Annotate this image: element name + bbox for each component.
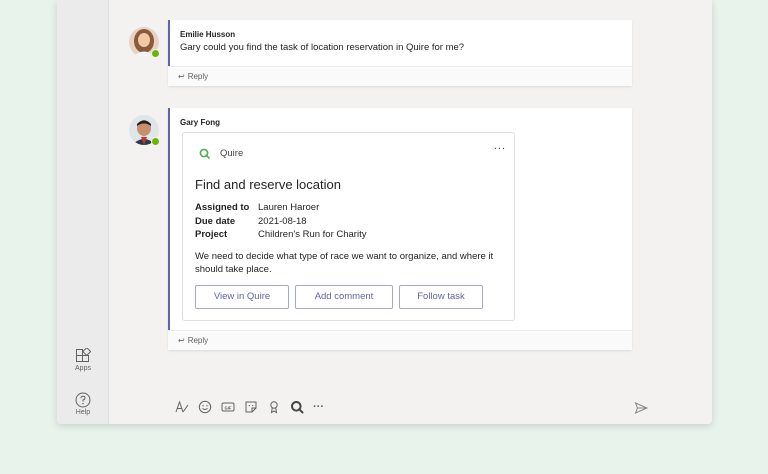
reply-button[interactable]: ↩ Reply	[168, 330, 632, 350]
card-app-name: Quire	[220, 148, 244, 159]
message-accent	[168, 20, 170, 66]
view-in-quire-button[interactable]: View in Quire	[195, 285, 289, 309]
more-icon[interactable]: ···	[313, 401, 324, 413]
quire-icon	[199, 148, 210, 159]
message-accent	[168, 108, 170, 330]
message-text: Gary could you find the task of location…	[180, 42, 465, 53]
gif-icon[interactable]: GIF	[221, 400, 235, 414]
emoji-icon[interactable]	[198, 400, 212, 414]
card-actions: View in Quire Add comment Follow task	[195, 285, 489, 309]
fact-value: Children's Run for Charity	[258, 229, 367, 240]
rail-item-apps[interactable]: Apps	[57, 348, 109, 372]
fact-row-due-date: Due date 2021-08-18	[195, 215, 366, 229]
card-app-header: Quire	[199, 148, 243, 159]
card-facts: Assigned to Lauren Haroer Due date 2021-…	[195, 201, 366, 242]
app-rail: Apps Help	[57, 0, 109, 424]
reply-arrow-icon: ↩	[178, 336, 185, 345]
rail-item-apps-label: Apps	[75, 365, 91, 372]
message-author: Gary Fong	[180, 118, 221, 127]
reply-button[interactable]: ↩ Reply	[168, 66, 632, 86]
card-more-options-icon[interactable]: ...	[494, 140, 506, 152]
fact-row-assigned: Assigned to Lauren Haroer	[195, 201, 366, 215]
reply-arrow-icon: ↩	[178, 72, 185, 81]
rail-item-help[interactable]: Help	[57, 392, 109, 416]
quire-app-icon[interactable]	[290, 400, 304, 414]
fact-value: 2021-08-18	[258, 215, 307, 227]
fact-key: Due date	[195, 215, 236, 227]
presence-available-icon	[151, 137, 160, 146]
sticker-icon[interactable]	[244, 400, 258, 414]
format-icon[interactable]	[175, 400, 189, 414]
send-icon[interactable]	[634, 401, 649, 420]
add-comment-button[interactable]: Add comment	[295, 285, 393, 309]
rail-item-help-label: Help	[75, 409, 91, 416]
follow-task-button[interactable]: Follow task	[399, 285, 483, 309]
message-emilie: Emilie Husson Gary could you find the ta…	[168, 20, 632, 86]
fact-key: Project	[195, 229, 228, 240]
compose-toolbar: GIF ···	[175, 400, 333, 414]
fact-key: Assigned to	[195, 202, 250, 213]
teams-window: Apps Help Emilie Husson Gary could you f…	[57, 0, 712, 424]
reply-label: Reply	[187, 336, 209, 345]
presence-available-icon	[151, 49, 160, 58]
help-icon	[75, 392, 91, 408]
fact-row-project: Project Children's Run for Charity	[195, 228, 366, 242]
apps-icon	[76, 348, 91, 362]
card-title: Find and reserve location	[195, 177, 341, 192]
praise-icon[interactable]	[267, 400, 281, 414]
card-description: We need to decide what type of race we w…	[195, 251, 494, 275]
svg-text:GIF: GIF	[225, 405, 232, 410]
reply-label: Reply	[187, 72, 209, 81]
message-author: Emilie Husson	[180, 30, 236, 39]
quire-task-card: Quire ... Find and reserve location Assi…	[182, 132, 515, 321]
fact-value: Lauren Haroer	[258, 202, 320, 213]
